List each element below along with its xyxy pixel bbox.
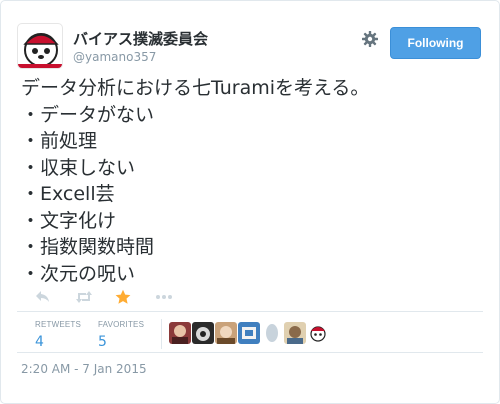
tweet-actions — [35, 289, 235, 309]
following-button[interactable]: Following — [390, 27, 481, 59]
retweets-label: RETWEETS — [35, 320, 82, 329]
retweets-count[interactable]: 4 — [35, 334, 81, 350]
stats-separator — [161, 319, 162, 349]
screen-name[interactable]: @yamano357 — [73, 50, 156, 64]
tweet-line: ・Excell芸 — [21, 183, 115, 205]
timestamp[interactable]: 2:20 AM - 7 Jan 2015 — [21, 362, 147, 376]
tweet-line: ・データがない — [21, 103, 155, 126]
tweet-line: ・指数関数時間 — [21, 236, 155, 258]
tweet-line: データ分析における七Turamiを考える。 — [21, 77, 370, 99]
divider — [17, 311, 483, 312]
tweet-line: ・文字化け — [21, 209, 117, 232]
favorites-count[interactable]: 5 — [98, 334, 144, 350]
avatar[interactable] — [307, 322, 329, 344]
star-icon[interactable] — [115, 289, 133, 305]
avatar[interactable] — [17, 23, 63, 69]
avatar[interactable] — [261, 322, 283, 344]
tweet-text: データ分析における七Turamiを考える。 ・データがない ・前処理 ・収束しな… — [21, 75, 481, 287]
reply-icon[interactable] — [35, 289, 53, 305]
avatar[interactable] — [284, 322, 306, 344]
tweet-card: バイアス撲滅委員会 @yamano357 Following データ分析における… — [0, 0, 500, 404]
tweet-line: ・次元の呪い — [21, 262, 136, 285]
avatar[interactable] — [169, 322, 191, 344]
favorite-stat[interactable]: FAVORITES 5 — [98, 320, 144, 350]
gear-icon[interactable] — [361, 30, 379, 48]
favorites-label: FAVORITES — [98, 320, 145, 329]
avatar[interactable] — [238, 322, 260, 344]
divider — [17, 352, 483, 353]
more-icon[interactable] — [155, 289, 177, 305]
display-name[interactable]: バイアス撲滅委員会 — [73, 28, 208, 49]
tweet-line: ・収束しない — [21, 156, 136, 179]
retweet-stat[interactable]: RETWEETS 4 — [35, 320, 81, 350]
tweet-header: バイアス撲滅委員会 @yamano357 Following — [17, 23, 483, 71]
retweet-icon[interactable] — [75, 289, 93, 305]
tweet-line: ・前処理 — [21, 130, 98, 152]
avatar[interactable] — [192, 322, 214, 344]
avatar[interactable] — [215, 322, 237, 344]
